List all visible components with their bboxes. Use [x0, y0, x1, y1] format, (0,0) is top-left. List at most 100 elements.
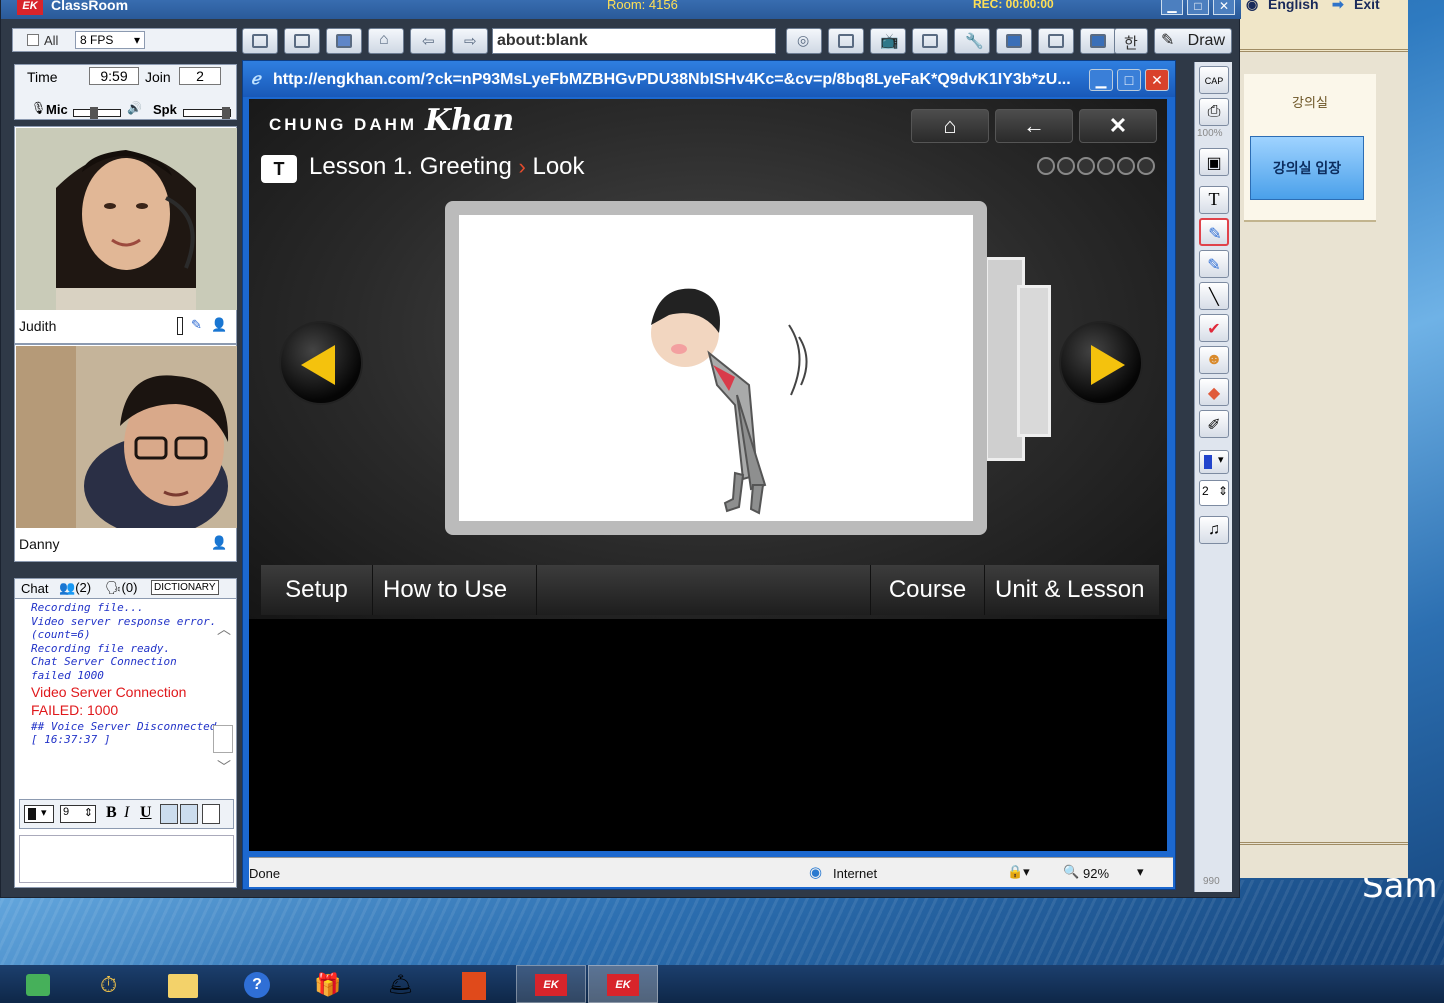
zoom-level[interactable]: 92%: [1083, 866, 1109, 881]
gift-icon[interactable]: 🎁: [310, 968, 346, 1000]
stepper-arrows-icon: ⇕: [83, 807, 93, 819]
video-button[interactable]: [912, 28, 948, 54]
progress-dots: [1037, 157, 1157, 178]
clear-button[interactable]: ✐: [1199, 410, 1229, 438]
line-width-stepper[interactable]: 2 ⇕: [1199, 480, 1229, 506]
minimize-button[interactable]: ▁: [1161, 0, 1183, 15]
dictionary-button[interactable]: DICTIONARY: [151, 580, 219, 595]
ek-app-task-1[interactable]: EK: [516, 965, 586, 1003]
user-icon[interactable]: 👤: [211, 317, 227, 333]
window-button[interactable]: [284, 28, 320, 54]
monitor-button[interactable]: [1038, 28, 1074, 54]
document-button[interactable]: [326, 28, 362, 54]
draw-icon: ✎: [1161, 32, 1175, 49]
chat-message-input[interactable]: [19, 835, 234, 883]
close-nav-button[interactable]: ✕: [1079, 109, 1157, 143]
menu-unit-lesson[interactable]: Unit & Lesson: [985, 565, 1159, 615]
go-button[interactable]: ◎: [786, 28, 822, 54]
mic-slider[interactable]: [73, 107, 121, 119]
mic-slider-knob[interactable]: [90, 107, 98, 119]
back-button[interactable]: ⇦: [410, 28, 446, 54]
maximize-button[interactable]: □: [1187, 0, 1209, 15]
progress-dot[interactable]: [1117, 157, 1135, 175]
italic-button[interactable]: I: [124, 804, 129, 822]
close-button[interactable]: ✕: [1213, 0, 1235, 15]
tv-button[interactable]: 📺: [870, 28, 906, 54]
line-tool-button[interactable]: ╲: [1199, 282, 1229, 310]
start-icon[interactable]: [22, 968, 58, 1000]
save-button[interactable]: ▣: [1199, 148, 1229, 176]
save-log-icon[interactable]: [160, 804, 178, 824]
user-icon[interactable]: 👤: [211, 535, 227, 551]
folder-icon[interactable]: [166, 968, 202, 1000]
text-tool-button[interactable]: T: [1199, 186, 1229, 214]
pen-tool-button[interactable]: ✎: [1199, 218, 1229, 246]
browser-maximize-button[interactable]: □: [1117, 69, 1141, 91]
clear-log-icon[interactable]: [202, 804, 220, 824]
exit-link[interactable]: Exit: [1354, 0, 1380, 12]
menu-course[interactable]: Course: [871, 565, 985, 615]
forward-button[interactable]: ⇨: [452, 28, 488, 54]
menu-how-to-use[interactable]: How to Use: [373, 565, 537, 615]
previous-card-button[interactable]: [279, 321, 363, 405]
progress-dot[interactable]: [1057, 157, 1075, 175]
check-stamp-button[interactable]: ✔: [1199, 314, 1229, 342]
chevron-down-icon[interactable]: ▾: [1137, 864, 1144, 880]
help-icon[interactable]: ?: [240, 968, 276, 1000]
scroll-down-icon[interactable]: ﹀: [217, 757, 231, 777]
home-nav-button[interactable]: ⌂: [911, 109, 989, 143]
scroll-up-icon[interactable]: ︿: [217, 619, 231, 639]
enter-classroom-button[interactable]: 강의실 입장: [1250, 136, 1364, 200]
music-button[interactable]: ♫: [1199, 516, 1229, 544]
hangul-button[interactable]: 한: [1114, 28, 1148, 54]
sticker-button[interactable]: ☻: [1199, 346, 1229, 374]
stopwatch-icon[interactable]: ⏱: [96, 968, 132, 1000]
chat-format-bar: ▾ 9 ⇕ B I U: [19, 799, 234, 829]
users-tab[interactable]: 👥(2): [59, 580, 91, 596]
progress-dot[interactable]: [1137, 157, 1155, 175]
back-nav-button[interactable]: ←: [995, 109, 1073, 143]
office-icon[interactable]: [456, 968, 492, 1000]
menu-setup[interactable]: Setup: [261, 565, 373, 615]
pencil-icon[interactable]: ✎: [191, 317, 202, 333]
speakers-tab[interactable]: 🗣(0): [105, 580, 137, 596]
ek-app-task-2[interactable]: EK: [588, 965, 658, 1003]
chat-scrollbar-thumb[interactable]: [213, 725, 233, 753]
draw-button[interactable]: ✎ Draw: [1154, 28, 1232, 54]
support-icon[interactable]: 🛎: [384, 968, 420, 1000]
capture-button[interactable]: CAP: [1199, 66, 1229, 94]
print-button[interactable]: ⎙: [1199, 98, 1229, 126]
page-button[interactable]: [828, 28, 864, 54]
share-screen-button[interactable]: [996, 28, 1032, 54]
title-bar[interactable]: EK ClassRoom Room: 4156 REC: 00:00:00 ▁ …: [1, 0, 1241, 19]
security-icon[interactable]: 🔒▾: [1007, 864, 1030, 880]
log-line: Chat Server Connection failed 1000: [31, 655, 177, 682]
tab-chat[interactable]: Chat: [21, 581, 48, 596]
tools-button[interactable]: 🔧: [954, 28, 990, 54]
address-input[interactable]: about:blank: [492, 28, 776, 54]
text-color-select[interactable]: ▾: [24, 805, 54, 823]
progress-dot[interactable]: [1037, 157, 1055, 175]
print-log-icon[interactable]: [180, 804, 198, 824]
color-select[interactable]: ▾: [1199, 450, 1229, 474]
home-button[interactable]: ⌂: [368, 28, 404, 54]
speaker-slider-knob[interactable]: [222, 107, 230, 119]
font-size-stepper[interactable]: 9 ⇕: [60, 805, 96, 823]
layout-button[interactable]: [1080, 28, 1116, 54]
speaker-slider[interactable]: [183, 107, 231, 119]
highlighter-button[interactable]: ✎: [1199, 250, 1229, 278]
eraser-button[interactable]: ◆: [1199, 378, 1229, 406]
progress-dot[interactable]: [1077, 157, 1095, 175]
progress-dot[interactable]: [1097, 157, 1115, 175]
browser-title-bar[interactable]: ℯ http://engkhan.com/?ck=nP93MsLyeFbMZBH…: [243, 61, 1175, 97]
all-checkbox[interactable]: [27, 34, 39, 46]
fit-page-button[interactable]: [242, 28, 278, 54]
english-link[interactable]: English: [1268, 0, 1319, 12]
next-card-button[interactable]: [1059, 321, 1143, 405]
browser-close-button[interactable]: ✕: [1145, 69, 1169, 91]
bold-button[interactable]: B: [106, 804, 117, 822]
fps-select[interactable]: 8 FPS ▾: [75, 31, 145, 49]
browser-minimize-button[interactable]: ▁: [1089, 69, 1113, 91]
underline-button[interactable]: U: [140, 804, 152, 822]
room-label: Room: 4156: [607, 0, 678, 12]
